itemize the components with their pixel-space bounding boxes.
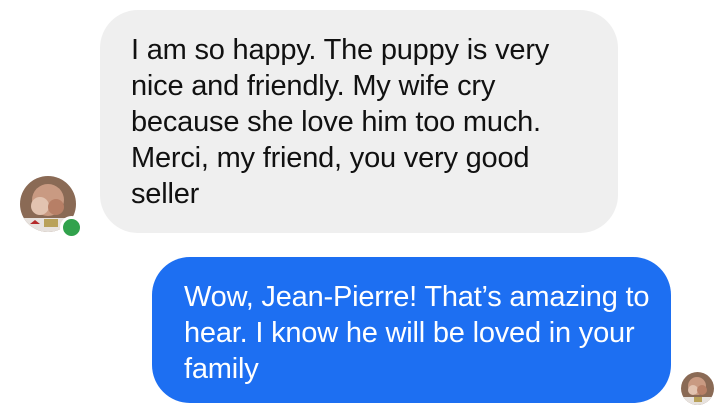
avatar-photo-icon	[681, 372, 714, 405]
online-status-dot	[60, 216, 83, 239]
message-thread: I am so happy. The puppy is very nice an…	[0, 0, 720, 420]
outgoing-message-text: Wow, Jean-Pierre! That’s amazing to hear…	[184, 281, 650, 385]
incoming-message-text: I am so happy. The puppy is very nice an…	[131, 34, 550, 210]
seen-receipt-avatar	[681, 372, 714, 405]
outgoing-message-bubble[interactable]: Wow, Jean-Pierre! That’s amazing to hear…	[152, 257, 671, 403]
incoming-message-bubble[interactable]: I am so happy. The puppy is very nice an…	[100, 10, 618, 233]
